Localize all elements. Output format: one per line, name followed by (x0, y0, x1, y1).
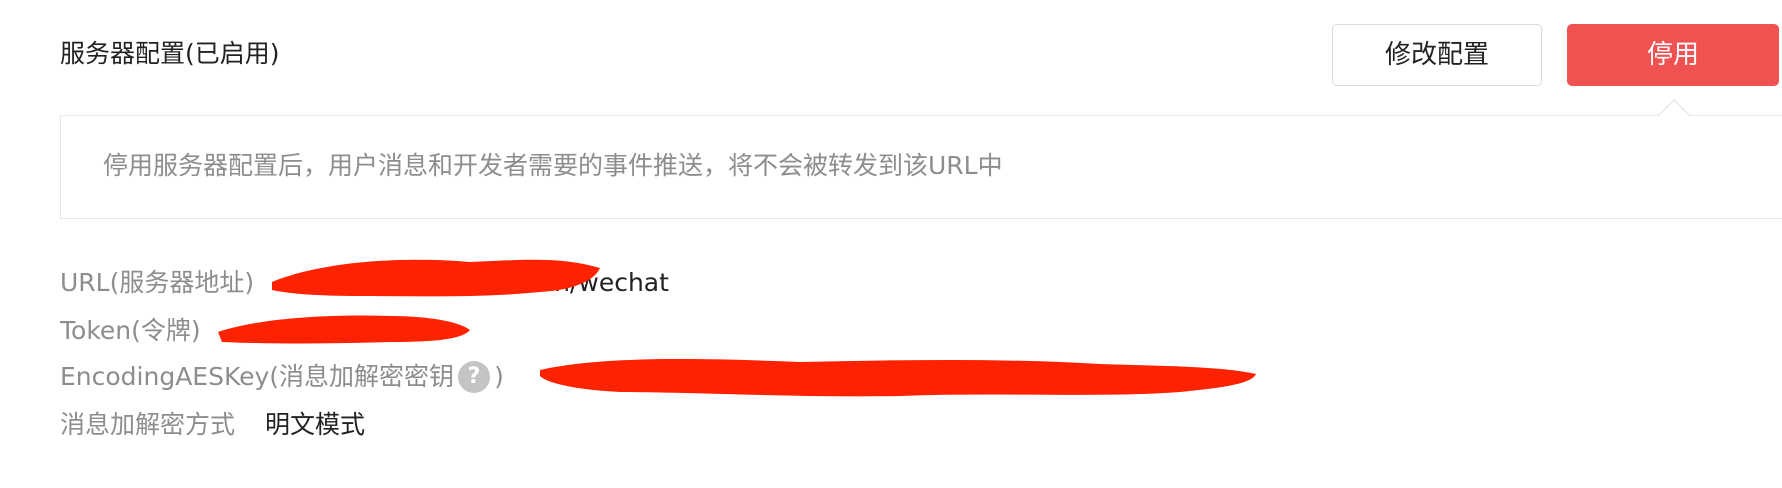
encrypt-mode-row: 消息加解密方式 明文模式 (60, 403, 365, 447)
token-label: Token(令牌) (60, 316, 201, 345)
url-label: URL(服务器地址) (60, 268, 255, 297)
token-row: Token(令牌) (60, 309, 201, 353)
url-row: URL(服务器地址) n/wechat (60, 261, 669, 305)
help-icon[interactable]: ? (458, 361, 491, 393)
aes-key-redaction-scribble (540, 359, 1256, 397)
edit-config-button[interactable]: 修改配置 (1332, 24, 1542, 86)
aes-key-label-close: ) (494, 362, 504, 391)
token-redaction-scribble (218, 315, 470, 344)
disable-tip-box: 停用服务器配置后，用户消息和开发者需要的事件推送，将不会被转发到该URL中 (60, 115, 1782, 219)
disable-tip-text: 停用服务器配置后，用户消息和开发者需要的事件推送，将不会被转发到该URL中 (103, 151, 1003, 180)
aes-key-row: EncodingAESKey(消息加解密密钥 ? ) (60, 355, 504, 399)
tip-arrow-fill (1659, 101, 1689, 116)
aes-key-label: EncodingAESKey(消息加解密密钥 (60, 362, 455, 391)
encrypt-mode-label: 消息加解密方式 (60, 410, 236, 439)
disable-button[interactable]: 停用 (1567, 24, 1779, 86)
encrypt-mode-value: 明文模式 (265, 410, 366, 439)
server-config-panel: 服务器配置(已启用) 修改配置 停用 停用服务器配置后，用户消息和开发者需要的事… (0, 0, 1782, 488)
section-title: 服务器配置(已启用) (60, 39, 280, 68)
url-value: n/wechat (554, 268, 669, 297)
